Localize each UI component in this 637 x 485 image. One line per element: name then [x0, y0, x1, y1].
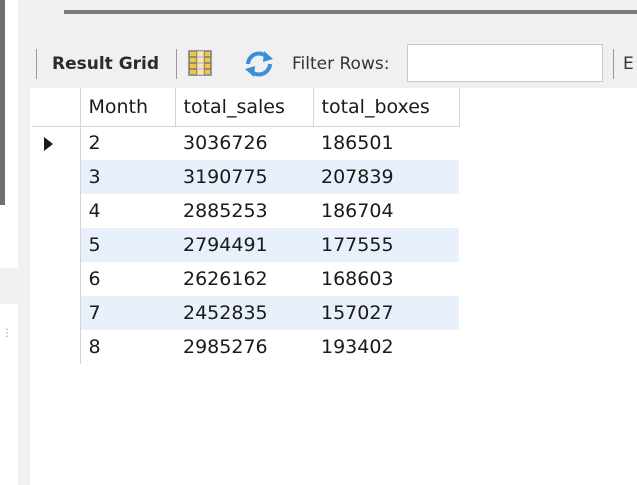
- cell-total-boxes[interactable]: 177555: [313, 228, 459, 262]
- result-toolbar: Result Grid Filter Rows: E: [30, 40, 637, 88]
- cell-total-sales[interactable]: 2626162: [175, 262, 313, 296]
- export-label[interactable]: E: [623, 54, 634, 74]
- table-row[interactable]: 2 3036726 186501: [32, 126, 459, 160]
- toolbar-separator: [613, 49, 614, 79]
- cell-total-sales[interactable]: 3190775: [175, 160, 313, 194]
- horizontal-scrollbar[interactable]: [64, 10, 637, 14]
- row-header[interactable]: [32, 194, 81, 228]
- current-row-arrow-icon: [44, 136, 53, 151]
- result-grid-label[interactable]: Result Grid: [52, 54, 159, 74]
- row-header[interactable]: [32, 262, 81, 296]
- left-panel-block: [0, 268, 18, 304]
- table-row[interactable]: 6 2626162 168603: [32, 262, 459, 296]
- cell-month[interactable]: 7: [80, 296, 175, 330]
- cell-total-boxes[interactable]: 207839: [313, 160, 459, 194]
- row-header[interactable]: [32, 160, 81, 194]
- cell-total-sales[interactable]: 2885253: [175, 194, 313, 228]
- table-row[interactable]: 4 2885253 186704: [32, 194, 459, 228]
- splitter-grip-icon[interactable]: ⋮: [2, 328, 12, 339]
- header-row: Month total_sales total_boxes: [32, 88, 460, 127]
- table-row[interactable]: 7 2452835 157027: [32, 296, 459, 330]
- cell-month[interactable]: 6: [80, 262, 175, 296]
- cell-total-sales[interactable]: 2452835: [175, 296, 313, 330]
- table-row[interactable]: 5 2794491 177555: [32, 228, 459, 262]
- column-header-month[interactable]: Month: [80, 88, 176, 127]
- cell-total-boxes[interactable]: 186704: [313, 194, 459, 228]
- row-header-corner[interactable]: [32, 88, 81, 127]
- editor-area-bottom: [30, 0, 637, 40]
- toolbar-separator: [36, 49, 37, 79]
- toolbar-separator: [176, 49, 177, 79]
- result-grid: Month total_sales total_boxes 2 3036726 …: [30, 88, 637, 485]
- cell-total-sales[interactable]: 2985276: [175, 330, 313, 364]
- cell-month[interactable]: 4: [80, 194, 175, 228]
- cell-total-sales[interactable]: 2794491: [175, 228, 313, 262]
- cell-month[interactable]: 2: [80, 126, 175, 160]
- cell-total-boxes[interactable]: 157027: [313, 296, 459, 330]
- cell-month[interactable]: 5: [80, 228, 175, 262]
- cell-total-sales[interactable]: 3036726: [175, 126, 313, 160]
- result-table: Month total_sales total_boxes 2 3036726 …: [32, 88, 460, 364]
- row-header[interactable]: [32, 228, 81, 262]
- column-header-total-sales[interactable]: total_sales: [175, 88, 314, 127]
- cell-total-boxes[interactable]: 168603: [313, 262, 459, 296]
- cell-month[interactable]: 8: [80, 330, 175, 364]
- filter-rows-label: Filter Rows:: [292, 54, 390, 74]
- column-header-total-boxes[interactable]: total_boxes: [313, 88, 460, 127]
- table-row[interactable]: 8 2985276 193402: [32, 330, 459, 364]
- left-panel-scrollbar[interactable]: [0, 0, 5, 205]
- cell-total-boxes[interactable]: 186501: [313, 126, 459, 160]
- row-header[interactable]: [32, 296, 81, 330]
- refresh-icon[interactable]: [242, 50, 276, 78]
- table-row[interactable]: 3 3190775 207839: [32, 160, 459, 194]
- filter-rows-input[interactable]: [407, 44, 603, 82]
- panel-splitter[interactable]: [18, 0, 30, 485]
- row-header[interactable]: [32, 330, 81, 364]
- row-header[interactable]: [32, 126, 81, 160]
- cell-total-boxes[interactable]: 193402: [313, 330, 459, 364]
- cell-month[interactable]: 3: [80, 160, 175, 194]
- grid-view-icon[interactable]: [188, 50, 212, 76]
